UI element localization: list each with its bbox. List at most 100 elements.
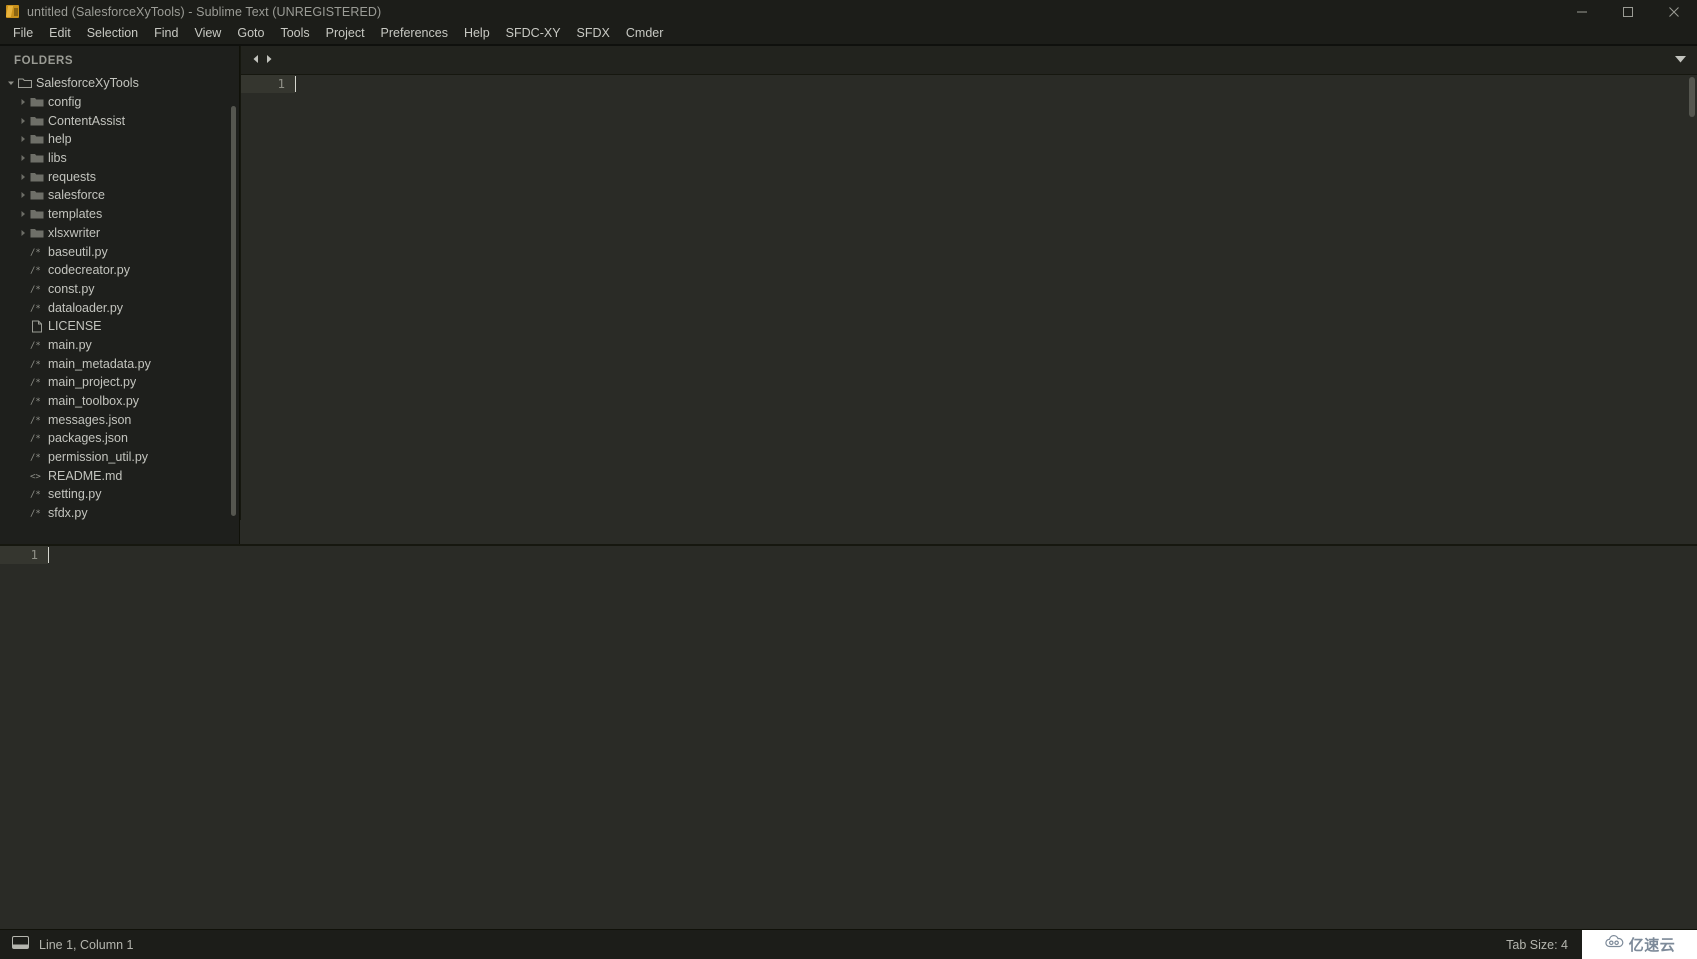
menu-item-view[interactable]: View xyxy=(186,23,229,44)
folders-tree: FOLDERS SalesforceXyTools config Content… xyxy=(0,46,240,523)
folder-icon xyxy=(30,189,48,201)
code-file-icon: /* xyxy=(30,414,48,426)
chevron-right-icon[interactable] xyxy=(16,173,30,181)
tree-item-label: SalesforceXyTools xyxy=(36,76,139,91)
tree-item-main-metadata-py[interactable]: /* main_metadata.py xyxy=(0,354,240,373)
markup-file-icon: <> xyxy=(30,470,48,482)
folder-open-icon xyxy=(18,77,36,89)
tree-item-sfdx-py[interactable]: /* sfdx.py xyxy=(0,504,240,523)
text-content-bottom[interactable] xyxy=(48,546,1697,929)
cursor-position: Line 1, Column 1 xyxy=(39,937,134,952)
window-controls xyxy=(1559,0,1697,23)
tree-item-templates[interactable]: templates xyxy=(0,205,240,224)
menu-item-preferences[interactable]: Preferences xyxy=(373,23,456,44)
sublime-text-window: untitled (SalesforceXyTools) - Sublime T… xyxy=(0,0,1697,959)
chevron-right-icon[interactable] xyxy=(16,98,30,106)
tree-item-libs[interactable]: libs xyxy=(0,149,240,168)
maximize-icon xyxy=(1622,6,1634,18)
tree-item-config[interactable]: config xyxy=(0,93,240,112)
tree-item-label: codecreator.py xyxy=(48,263,130,278)
tree-item-label: const.py xyxy=(48,281,95,296)
tree-item-label: LICENSE xyxy=(48,319,102,334)
minimize-icon xyxy=(1576,6,1588,18)
cloud-icon xyxy=(1604,935,1625,954)
chevron-right-icon[interactable] xyxy=(16,135,30,143)
code-file-icon: /* xyxy=(30,432,48,444)
tree-item-salesforce[interactable]: salesforce xyxy=(0,186,240,205)
menu-item-edit[interactable]: Edit xyxy=(41,23,79,44)
tree-item-label: salesforce xyxy=(48,188,105,203)
tree-item-label: help xyxy=(48,132,72,147)
tree-item-readme-md[interactable]: <> README.md xyxy=(0,466,240,485)
workspace: FOLDERS SalesforceXyTools config Content… xyxy=(0,46,1697,929)
tree-item-label: sfdx.py xyxy=(48,506,88,521)
text-caret xyxy=(48,547,49,563)
tree-item-help[interactable]: help xyxy=(0,130,240,149)
menu-item-cmder[interactable]: Cmder xyxy=(618,23,672,44)
menu-item-tools[interactable]: Tools xyxy=(272,23,317,44)
folder-icon xyxy=(30,227,48,239)
chevron-right-icon[interactable] xyxy=(16,154,30,162)
tree-item-setting-py[interactable]: /* setting.py xyxy=(0,485,240,504)
arrow-right-icon[interactable] xyxy=(264,51,274,69)
menu-item-find[interactable]: Find xyxy=(146,23,186,44)
menu-item-sfdx[interactable]: SFDX xyxy=(569,23,618,44)
watermark: 亿速云 xyxy=(1582,930,1697,959)
svg-text:/*: /* xyxy=(30,509,41,519)
svg-text:/*: /* xyxy=(30,285,41,295)
tree-item-baseutil-py[interactable]: /* baseutil.py xyxy=(0,242,240,261)
tree-item-dataloader-py[interactable]: /* dataloader.py xyxy=(0,298,240,317)
tree-item-messages-json[interactable]: /* messages.json xyxy=(0,410,240,429)
editor-pane-bottom[interactable]: 1 xyxy=(0,546,1697,929)
tree-item-license[interactable]: LICENSE xyxy=(0,317,240,336)
editor-scrollbar-top[interactable] xyxy=(1689,77,1695,117)
menu-item-sfdc-xy[interactable]: SFDC-XY xyxy=(498,23,569,44)
svg-text:/*: /* xyxy=(30,378,41,388)
tree-item-contentassist[interactable]: ContentAssist xyxy=(0,111,240,130)
menu-item-file[interactable]: File xyxy=(5,23,41,44)
watermark-text: 亿速云 xyxy=(1628,937,1676,954)
chevron-down-icon[interactable] xyxy=(4,79,18,87)
tree-item-requests[interactable]: requests xyxy=(0,167,240,186)
menu-item-selection[interactable]: Selection xyxy=(79,23,146,44)
statusbar-left: Line 1, Column 1 xyxy=(0,935,134,954)
chevron-right-icon[interactable] xyxy=(16,210,30,218)
tree-item-main-py[interactable]: /* main.py xyxy=(0,336,240,355)
tab-size-label[interactable]: Tab Size: 4 xyxy=(1506,938,1582,952)
tabbar xyxy=(241,46,1697,75)
tree-item-label: baseutil.py xyxy=(48,244,108,259)
line-number: 1 xyxy=(241,75,295,93)
tree-item-label: xlsxwriter xyxy=(48,225,101,240)
menu-item-help[interactable]: Help xyxy=(456,23,498,44)
minimize-button[interactable] xyxy=(1559,0,1605,23)
menu-item-goto[interactable]: Goto xyxy=(229,23,272,44)
editor-pane-top[interactable]: 1 xyxy=(241,75,1697,520)
sublime-text-icon xyxy=(6,5,19,18)
tree-item-xlsxwriter[interactable]: xlsxwriter xyxy=(0,224,240,243)
editor-group-bottom: 1 xyxy=(0,544,1697,929)
code-file-icon: /* xyxy=(30,376,48,388)
console-icon[interactable] xyxy=(12,935,29,954)
close-button[interactable] xyxy=(1651,0,1697,23)
text-content-top[interactable] xyxy=(295,75,1697,520)
menu-item-project[interactable]: Project xyxy=(318,23,373,44)
sidebar-scrollbar[interactable] xyxy=(231,106,236,516)
arrow-left-icon[interactable] xyxy=(251,51,261,69)
tree-item-main-toolbox-py[interactable]: /* main_toolbox.py xyxy=(0,392,240,411)
tree-item-const-py[interactable]: /* const.py xyxy=(0,280,240,299)
folder-icon xyxy=(30,133,48,145)
tree-item-main-project-py[interactable]: /* main_project.py xyxy=(0,373,240,392)
svg-text:/*: /* xyxy=(30,453,41,463)
tree-item-label: ContentAssist xyxy=(48,113,126,128)
folder-icon xyxy=(30,171,48,183)
chevron-right-icon[interactable] xyxy=(16,117,30,125)
tab-list-menu-button[interactable] xyxy=(1674,46,1687,74)
tree-item-root[interactable]: SalesforceXyTools xyxy=(0,74,240,93)
tree-item-codecreator-py[interactable]: /* codecreator.py xyxy=(0,261,240,280)
tree-item-packages-json[interactable]: /* packages.json xyxy=(0,429,240,448)
chevron-right-icon[interactable] xyxy=(16,229,30,237)
tree-item-permission-util-py[interactable]: /* permission_util.py xyxy=(0,448,240,467)
code-file-icon: /* xyxy=(30,302,48,314)
maximize-button[interactable] xyxy=(1605,0,1651,23)
chevron-right-icon[interactable] xyxy=(16,191,30,199)
